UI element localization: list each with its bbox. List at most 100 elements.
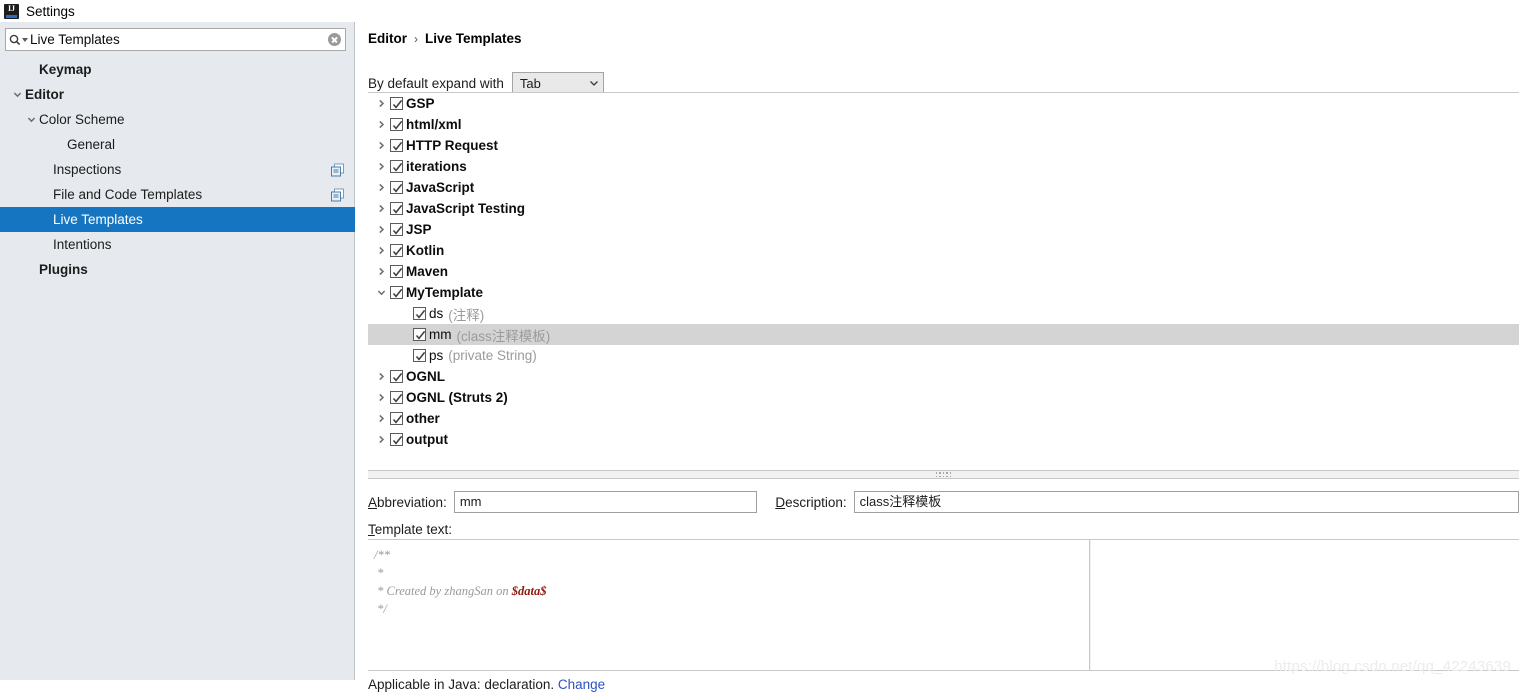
live-templates-tree-panel[interactable]: GSPhtml/xmlHTTP Request iterations JavaScr…	[368, 92, 1519, 470]
template-checkbox[interactable]	[390, 244, 403, 257]
template-checkbox[interactable]	[390, 181, 403, 194]
chevron-right-icon[interactable]	[373, 141, 390, 150]
template-code-line: /**	[372, 546, 1089, 564]
template-checkbox[interactable]	[390, 223, 403, 236]
search-field[interactable]: Live Templates	[5, 28, 346, 51]
template-checkbox[interactable]	[413, 328, 426, 341]
code-text: *	[374, 566, 383, 580]
abbreviation-label: Abbreviation:	[368, 495, 447, 510]
chevron-down-icon[interactable]	[24, 115, 39, 124]
template-text-editor[interactable]: /** * * Created by zhangSan on $data$ */	[368, 540, 1090, 670]
code-text: */	[374, 602, 387, 616]
copy-icon[interactable]	[331, 188, 344, 201]
template-checkbox[interactable]	[390, 160, 403, 173]
change-context-link[interactable]: Change	[558, 677, 605, 692]
sidebar-item-file-and-code-templates[interactable]: File and Code Templates	[0, 182, 355, 207]
sidebar-item-inspections[interactable]: Inspections	[0, 157, 355, 182]
chevron-right-icon	[377, 372, 386, 381]
chevron-right-icon[interactable]	[373, 414, 390, 423]
chevron-down-icon[interactable]	[373, 288, 390, 297]
expand-with-select[interactable]: Tab	[512, 72, 604, 94]
chevron-down-icon[interactable]	[10, 90, 25, 99]
template-checkbox[interactable]	[390, 286, 403, 299]
live-templates-list[interactable]: GSPhtml/xmlHTTP Request iterations JavaScr…	[368, 93, 1519, 470]
template-row[interactable]: html/xml	[368, 114, 1519, 135]
template-row[interactable]: JSP	[368, 219, 1519, 240]
template-row[interactable]: Kotlin	[368, 240, 1519, 261]
template-row[interactable]: iterations	[368, 156, 1519, 177]
checkmark-icon	[415, 330, 426, 341]
chevron-right-icon[interactable]	[373, 372, 390, 381]
chevron-right-icon	[377, 414, 386, 423]
chevron-right-icon[interactable]	[373, 246, 390, 255]
template-code-line: *	[372, 564, 1089, 582]
template-row[interactable]: JavaScript	[368, 177, 1519, 198]
sidebar-item-color-scheme[interactable]: Color Scheme	[0, 107, 355, 132]
template-name: Kotlin	[406, 243, 444, 258]
chevron-down-icon	[27, 115, 36, 124]
template-name: OGNL (Struts 2)	[406, 390, 508, 405]
chevron-down-icon	[22, 37, 28, 43]
sidebar-item-label: Plugins	[39, 262, 88, 277]
template-checkbox[interactable]	[390, 370, 403, 383]
chevron-right-icon[interactable]	[373, 204, 390, 213]
sidebar-item-plugins[interactable]: Plugins	[0, 257, 355, 282]
template-checkbox[interactable]	[390, 118, 403, 131]
template-row[interactable]: ps(private String)	[368, 345, 1519, 366]
abbreviation-description-row: Abbreviation: mm Description: class注释模板	[368, 490, 1519, 514]
chevron-right-icon[interactable]	[373, 183, 390, 192]
template-row[interactable]: OGNL (Struts 2)	[368, 387, 1519, 408]
sidebar-item-keymap[interactable]: Keymap	[0, 57, 355, 82]
copy-icon[interactable]	[331, 163, 344, 176]
template-row[interactable]: MyTemplate	[368, 282, 1519, 303]
template-row[interactable]: OGNL	[368, 366, 1519, 387]
template-name: MyTemplate	[406, 285, 483, 300]
chevron-right-icon[interactable]	[373, 120, 390, 129]
template-checkbox[interactable]	[390, 139, 403, 152]
sidebar-item-intentions[interactable]: Intentions	[0, 232, 355, 257]
template-row[interactable]: other	[368, 408, 1519, 429]
abbreviation-input[interactable]: mm	[454, 491, 758, 513]
template-row[interactable]: JavaScript Testing	[368, 198, 1519, 219]
copy-icon[interactable]	[331, 188, 344, 201]
sidebar-item-label: Keymap	[39, 62, 92, 77]
template-checkbox[interactable]	[390, 391, 403, 404]
template-checkbox[interactable]	[390, 202, 403, 215]
template-row[interactable]: output	[368, 429, 1519, 450]
sidebar-item-editor[interactable]: Editor	[0, 82, 355, 107]
template-row[interactable]: ds(注释)	[368, 303, 1519, 324]
template-checkbox[interactable]	[390, 412, 403, 425]
template-checkbox[interactable]	[390, 97, 403, 110]
template-name: OGNL	[406, 369, 445, 384]
chevron-right-icon[interactable]	[373, 393, 390, 402]
description-input[interactable]: class注释模板	[854, 491, 1519, 513]
chevron-right-icon[interactable]	[373, 225, 390, 234]
splitter-grip-icon	[936, 472, 952, 477]
chevron-right-icon[interactable]	[373, 99, 390, 108]
template-row[interactable]: GSP	[368, 93, 1519, 114]
chevron-right-icon[interactable]	[373, 162, 390, 171]
checkmark-icon	[392, 267, 403, 278]
template-row[interactable]: mm(class注释模板)	[368, 324, 1519, 345]
sidebar-item-live-templates[interactable]: Live Templates	[0, 207, 355, 232]
chevron-right-icon[interactable]	[373, 435, 390, 444]
breadcrumb-root[interactable]: Editor	[368, 31, 407, 46]
chevron-right-icon	[377, 246, 386, 255]
search-input-value[interactable]: Live Templates	[30, 29, 323, 50]
template-checkbox[interactable]	[390, 433, 403, 446]
panel-splitter-handle[interactable]	[368, 470, 1519, 479]
template-checkbox[interactable]	[413, 349, 426, 362]
template-checkbox[interactable]	[390, 265, 403, 278]
template-name: iterations	[406, 159, 467, 174]
sidebar-item-general[interactable]: General	[0, 132, 355, 157]
copy-icon[interactable]	[331, 163, 344, 176]
template-row[interactable]: Maven	[368, 261, 1519, 282]
clear-search-button[interactable]	[323, 29, 345, 50]
chevron-right-icon[interactable]	[373, 267, 390, 276]
template-row[interactable]: HTTP Request	[368, 135, 1519, 156]
template-checkbox[interactable]	[413, 307, 426, 320]
checkmark-icon	[415, 309, 426, 320]
template-name: ds	[429, 306, 443, 321]
template-name: other	[406, 411, 440, 426]
search-icon[interactable]	[6, 29, 30, 50]
